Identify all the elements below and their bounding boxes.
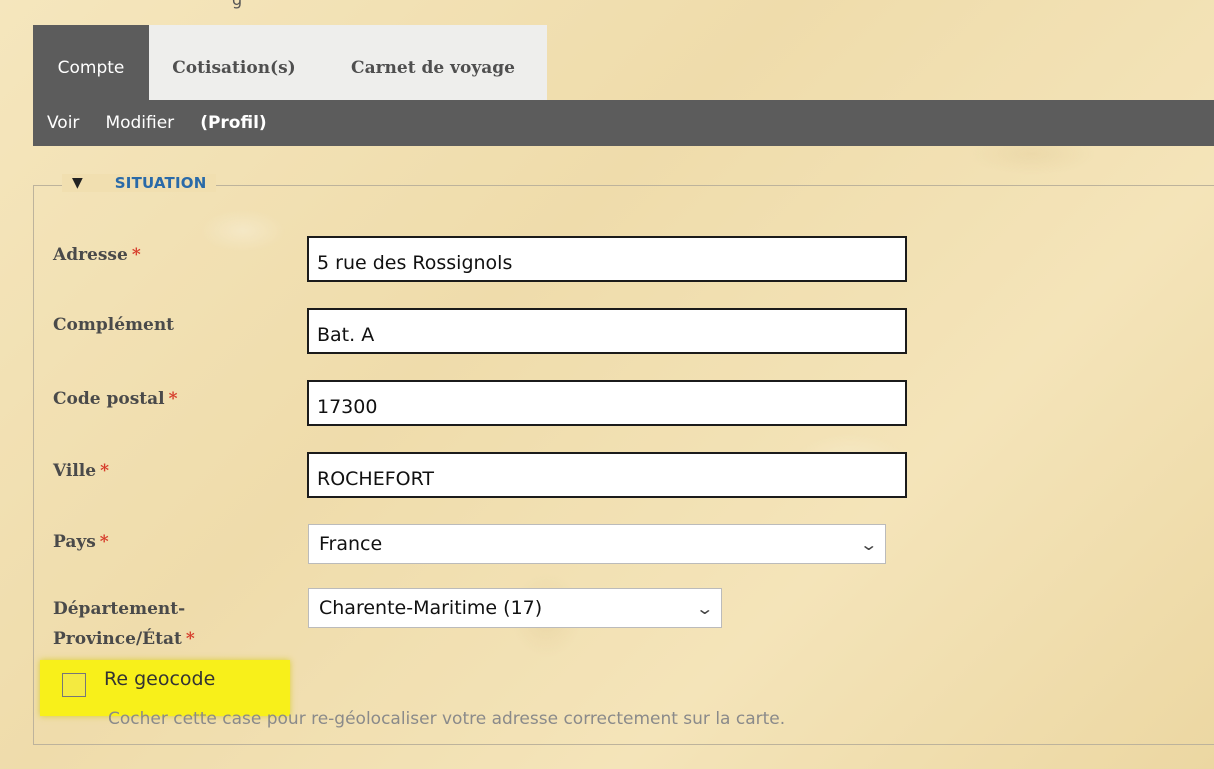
regeocode-checkbox[interactable] — [62, 673, 86, 697]
country-label-text: Pays — [53, 532, 96, 552]
address-label-text: Adresse — [53, 245, 128, 265]
subnav-modifier[interactable]: Modifier — [105, 113, 174, 133]
region-select-value: Charente-Maritime (17) — [319, 597, 543, 619]
required-marker: * — [168, 389, 178, 409]
city-input[interactable]: ROCHEFORT — [307, 452, 907, 498]
tab-cotisations[interactable]: Cotisation(s) — [149, 25, 319, 100]
region-label-line1: Département- — [53, 599, 186, 619]
postal-code-label: Code postal * — [53, 384, 178, 414]
regeocode-label[interactable]: Re geocode — [104, 668, 215, 690]
country-label: Pays * — [53, 527, 109, 557]
postal-code-label-text: Code postal — [53, 389, 165, 409]
country-select-value: France — [319, 533, 383, 555]
required-marker: * — [99, 532, 109, 552]
required-marker: * — [131, 245, 141, 265]
country-select[interactable]: France ⌄ — [308, 524, 886, 564]
triangle-down-icon: ▼ — [72, 175, 83, 191]
address-label: Adresse * — [53, 240, 141, 270]
city-label-text: Ville — [53, 461, 97, 481]
tab-carnet-de-voyage[interactable]: Carnet de voyage — [319, 25, 547, 100]
page-heading-partial: g — [232, 0, 242, 9]
section-title: SITUATION — [114, 174, 207, 192]
address-input[interactable]: 5 rue des Rossignols — [307, 236, 907, 282]
city-label: Ville * — [53, 456, 109, 486]
complement-input[interactable]: Bat. A — [307, 308, 907, 354]
subnav-profil[interactable]: (Profil) — [200, 113, 267, 133]
situation-legend[interactable]: ▼ SITUATION — [62, 174, 217, 192]
regeocode-help-text: Cocher cette case pour re-géolocaliser v… — [108, 709, 786, 729]
subnav-voir[interactable]: Voir — [47, 113, 79, 133]
required-marker: * — [185, 629, 195, 649]
chevron-down-icon: ⌄ — [694, 598, 714, 618]
tab-compte[interactable]: Compte — [33, 25, 149, 100]
region-select[interactable]: Charente-Maritime (17) ⌄ — [308, 588, 722, 628]
region-label-line2: Province/État — [53, 629, 182, 649]
required-marker: * — [100, 461, 109, 481]
complement-label: Complément — [53, 315, 175, 335]
primary-tabs: Compte Cotisation(s) Carnet de voyage — [33, 25, 547, 100]
chevron-down-icon: ⌄ — [858, 534, 878, 554]
postal-code-input[interactable]: 17300 — [307, 380, 907, 426]
secondary-nav: Voir Modifier (Profil) — [33, 100, 1214, 146]
region-label: Département- Province/État * — [53, 594, 195, 654]
